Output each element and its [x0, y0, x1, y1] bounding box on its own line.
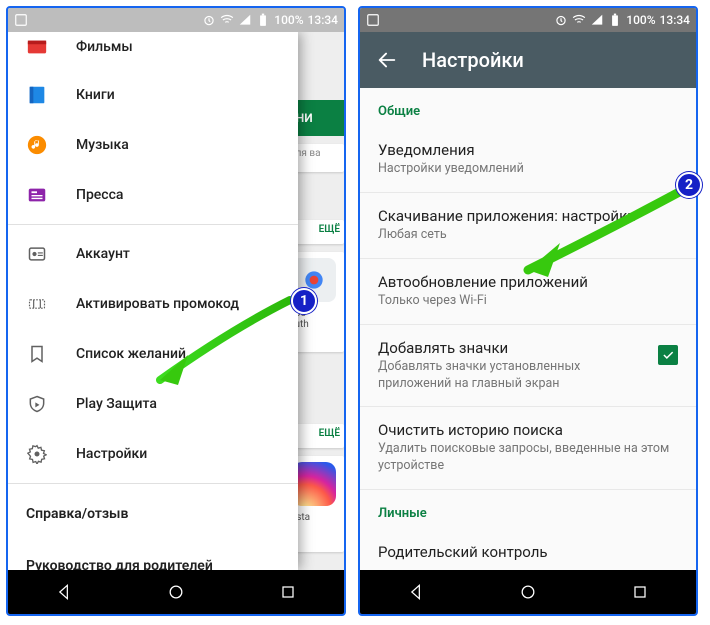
movies-icon [26, 36, 48, 58]
setting-parental[interactable]: Родительский контроль [360, 529, 696, 570]
news-icon [26, 184, 48, 206]
signal-icon [238, 13, 252, 27]
screenshot-icon [366, 13, 380, 27]
drawer-parents[interactable]: Руководство для родителей [8, 540, 298, 570]
wishlist-icon [26, 343, 48, 365]
drawer-wishlist[interactable]: Список желаний [8, 329, 298, 379]
nav-home-button[interactable] [156, 572, 196, 612]
battery-pct: 100% [274, 13, 303, 27]
status-bar: 100% 13:34 [360, 8, 696, 32]
account-icon [26, 243, 48, 265]
wifi-icon [220, 13, 234, 27]
shield-icon [26, 393, 48, 415]
section-personal: Личные [360, 490, 696, 529]
screenshot-icon [14, 13, 28, 27]
drawer-account[interactable]: Аккаунт [8, 229, 298, 279]
gear-icon [26, 443, 48, 465]
nav-recents-button[interactable] [620, 572, 660, 612]
nav-back-button[interactable] [44, 572, 84, 612]
wifi-icon [572, 13, 586, 27]
settings-appbar: Настройки [360, 32, 696, 88]
nav-back-button[interactable] [396, 572, 436, 612]
annotation-badge-1: 1 [291, 288, 317, 314]
signal-icon [590, 13, 604, 27]
nav-home-button[interactable] [508, 572, 548, 612]
alarm-icon [202, 13, 216, 27]
checkbox-icon[interactable] [658, 345, 678, 365]
nav-drawer: Фильмы Книги Музыка Пресса [8, 32, 298, 570]
battery-icon [256, 13, 270, 27]
android-nav-bar [360, 570, 696, 614]
drawer-books[interactable]: Книги [8, 70, 298, 120]
alarm-icon [554, 13, 568, 27]
drawer-news[interactable]: Пресса [8, 170, 298, 220]
nav-recents-button[interactable] [268, 572, 308, 612]
drawer-movies[interactable]: Фильмы [8, 32, 298, 70]
page-title: Настройки [422, 48, 524, 72]
clock: 13:34 [308, 13, 338, 27]
status-bar: 100% 13:34 [8, 8, 344, 32]
promo-icon [26, 293, 48, 315]
drawer-help[interactable]: Справка/отзыв [8, 488, 298, 540]
back-arrow-icon[interactable] [376, 49, 398, 71]
section-general: Общие [360, 88, 696, 127]
clock: 13:34 [660, 13, 690, 27]
setting-icons[interactable]: Добавлять значки Добавлять значки устано… [360, 325, 696, 407]
drawer-protect[interactable]: Play Защита [8, 379, 298, 429]
annotation-badge-2: 2 [676, 172, 702, 198]
setting-download[interactable]: Скачивание приложения: настройки Любая с… [360, 193, 696, 258]
android-nav-bar [8, 570, 344, 614]
setting-autoupdate[interactable]: Автообновление приложений Только через W… [360, 259, 696, 324]
music-icon [26, 134, 48, 156]
setting-clear-history[interactable]: Очистить историю поиска Удалить поисковы… [360, 407, 696, 489]
battery-icon [608, 13, 622, 27]
drawer-music[interactable]: Музыка [8, 120, 298, 170]
books-icon [26, 84, 48, 106]
drawer-promo[interactable]: Активировать промокод [8, 279, 298, 329]
drawer-settings[interactable]: Настройки [8, 429, 298, 479]
phone-right: 100% 13:34 Настройки Общие Уведомления Н… [358, 6, 698, 616]
setting-notifications[interactable]: Уведомления Настройки уведомлений [360, 127, 696, 192]
battery-pct: 100% [626, 13, 655, 27]
